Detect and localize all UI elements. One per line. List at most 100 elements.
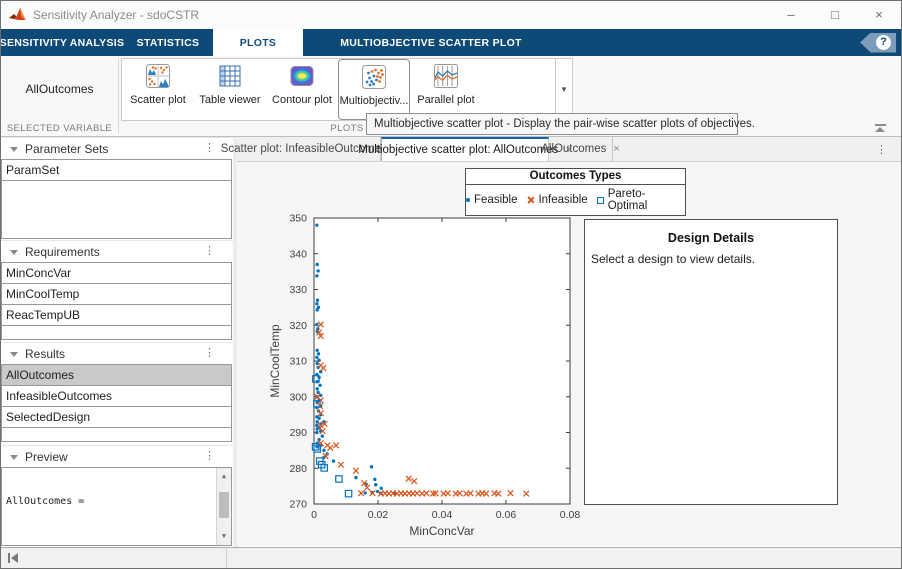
feasible-marker-icon xyxy=(466,198,470,202)
list-item-reactempub[interactable]: ReacTempUB xyxy=(2,305,231,326)
plots-gallery: Scatter plot Table viewer xyxy=(121,58,573,121)
preview-scrollbar[interactable]: ▲ ▼ xyxy=(216,468,231,545)
collapse-left-icon xyxy=(8,553,10,563)
status-bar xyxy=(1,547,901,568)
scatter-plot-button[interactable]: Scatter plot xyxy=(122,59,194,120)
multiobjective-scatter-plot[interactable]: 00.020.040.060.0827028029030031032033034… xyxy=(259,199,589,544)
list-item-infeasibleoutcomes[interactable]: InfeasibleOutcomes xyxy=(2,386,231,407)
parallel-plot-icon xyxy=(433,63,459,89)
legend-entry-infeasible: Infeasible xyxy=(526,194,587,206)
svg-text:0.04: 0.04 xyxy=(432,509,453,521)
svg-text:310: 310 xyxy=(289,356,307,368)
list-item-mincooltemp[interactable]: MinCoolTemp xyxy=(2,284,231,305)
multiobjective-scatter-plot-button[interactable]: Multiobjectiv... xyxy=(338,59,410,120)
section-title: Requirements xyxy=(25,245,100,259)
table-viewer-icon xyxy=(217,63,243,89)
window-controls: – □ × xyxy=(769,1,901,29)
svg-text:340: 340 xyxy=(289,248,307,260)
list-item-alloutcomes[interactable]: AllOutcomes xyxy=(2,365,231,386)
scroll-up-icon[interactable]: ▲ xyxy=(217,470,231,483)
list-item-paramset[interactable]: ParamSet xyxy=(2,160,231,181)
results-header[interactable]: Results ⋮ xyxy=(1,342,233,365)
legend-label: Feasible xyxy=(474,194,517,206)
selected-variable-value[interactable]: AllOutcomes xyxy=(1,82,118,96)
requirements-header[interactable]: Requirements ⋮ xyxy=(1,240,233,263)
kebab-menu-icon[interactable]: ⋮ xyxy=(204,141,215,154)
multiobjective-scatter-plot-label: Multiobjectiv... xyxy=(340,95,409,107)
svg-text:0.06: 0.06 xyxy=(496,509,517,521)
preview-line: AllOutcomes = xyxy=(6,496,213,509)
chevron-down-icon: ▼ xyxy=(560,85,568,94)
svg-text:280: 280 xyxy=(289,463,307,475)
legend-entry-pareto: Pareto-Optimal xyxy=(597,188,685,212)
tab-statistics[interactable]: STATISTICS xyxy=(123,29,213,56)
list-item-selecteddesign[interactable]: SelectedDesign xyxy=(2,407,231,428)
preview-pane: AllOutcomes = 'Evaluated values for: Min… xyxy=(1,467,232,546)
list-item-minconcvar[interactable]: MinConcVar xyxy=(2,263,231,284)
svg-text:350: 350 xyxy=(289,213,307,225)
pareto-marker-icon xyxy=(597,197,604,204)
contour-plot-button[interactable]: Contour plot xyxy=(266,59,338,120)
tab-overflow-menu-icon[interactable]: ⋮ xyxy=(876,143,887,156)
collapse-section-icon xyxy=(10,147,18,152)
parallel-plot-label: Parallel plot xyxy=(417,94,474,106)
kebab-menu-icon[interactable]: ⋮ xyxy=(204,346,215,359)
section-title: Results xyxy=(25,347,65,361)
doc-tab-alloutcomes[interactable]: AllOutcomes × xyxy=(549,137,613,161)
matlab-logo-icon xyxy=(9,7,26,23)
title-bar: Sensitivity Analyzer - sdoCSTR – □ × xyxy=(1,1,901,29)
gallery-expand-button[interactable]: ▼ xyxy=(555,59,572,120)
toolstrip-tab-bar: SENSITIVITY ANALYSIS STATISTICS PLOTS MU… xyxy=(1,29,901,56)
parameter-sets-list: ParamSet xyxy=(1,159,232,239)
kebab-menu-icon[interactable]: ⋮ xyxy=(204,244,215,257)
legend-label: Infeasible xyxy=(538,194,587,206)
requirements-list: MinConcVar MinCoolTemp ReacTempUB xyxy=(1,262,232,340)
legend-entry-feasible: Feasible xyxy=(466,194,517,206)
minimize-button[interactable]: – xyxy=(769,1,813,29)
svg-text:330: 330 xyxy=(289,284,307,296)
browser-sidebar: Parameter Sets ⋮ ParamSet Requirements ⋮… xyxy=(1,137,233,548)
app-window: Sensitivity Analyzer - sdoCSTR – □ × SEN… xyxy=(0,0,902,569)
preview-header[interactable]: Preview ⋮ xyxy=(1,445,233,468)
scroll-down-icon[interactable]: ▼ xyxy=(217,530,231,543)
collapse-section-icon xyxy=(10,352,18,357)
doc-tab-multiobjective-alloutcomes[interactable]: Multiobjective scatter plot: AllOutcomes… xyxy=(381,137,549,161)
contour-plot-icon xyxy=(289,63,315,89)
parallel-plot-button[interactable]: Parallel plot xyxy=(410,59,482,120)
multiobjective-scatter-plot-icon xyxy=(361,64,387,90)
table-viewer-button[interactable]: Table viewer xyxy=(194,59,266,120)
contour-plot-label: Contour plot xyxy=(272,94,332,106)
tab-plots[interactable]: PLOTS xyxy=(213,29,303,56)
legend-title: Outcomes Types xyxy=(466,169,685,185)
selected-variable-caption: SELECTED VARIABLE xyxy=(1,123,118,134)
maximize-button[interactable]: □ xyxy=(813,1,857,29)
collapse-sidebar-button[interactable] xyxy=(8,553,18,563)
design-details-panel: Design Details Select a design to view d… xyxy=(584,219,838,505)
collapse-ribbon-button[interactable] xyxy=(875,124,887,132)
status-bar-left xyxy=(1,548,227,568)
close-icon[interactable]: × xyxy=(613,143,619,155)
scrollbar-thumb[interactable] xyxy=(219,492,229,518)
kebab-menu-icon[interactable]: ⋮ xyxy=(204,449,215,462)
design-details-message: Select a design to view details. xyxy=(591,252,831,266)
ribbon-section-divider xyxy=(118,57,119,134)
doc-tab-label: Multiobjective scatter plot: AllOutcomes xyxy=(358,144,558,156)
svg-text:MinCoolTemp: MinCoolTemp xyxy=(268,324,282,398)
help-icon: ? xyxy=(876,35,891,50)
tab-sensitivity-analysis[interactable]: SENSITIVITY ANALYSIS xyxy=(1,29,123,56)
svg-text:0: 0 xyxy=(311,509,317,521)
svg-text:0.08: 0.08 xyxy=(560,509,581,521)
tab-multiobjective-scatter-plot[interactable]: MULTIOBJECTIVE SCATTER PLOT xyxy=(303,29,559,56)
gallery-spacer xyxy=(482,59,555,120)
document-tab-bar: Scatter plot: InfeasibleOutcomes × Multi… xyxy=(237,137,901,162)
close-button[interactable]: × xyxy=(857,1,901,29)
parameter-sets-header[interactable]: Parameter Sets ⋮ xyxy=(1,137,233,160)
svg-text:270: 270 xyxy=(289,499,307,511)
design-details-title: Design Details xyxy=(585,231,837,245)
svg-text:320: 320 xyxy=(289,320,307,332)
gallery-tooltip: Multiobjective scatter plot - Display th… xyxy=(366,113,738,135)
scatter-plot-icon xyxy=(145,63,171,89)
svg-text:290: 290 xyxy=(289,427,307,439)
svg-text:300: 300 xyxy=(289,391,307,403)
outcomes-legend: Outcomes Types Feasible Infeasible Paret… xyxy=(465,168,686,216)
